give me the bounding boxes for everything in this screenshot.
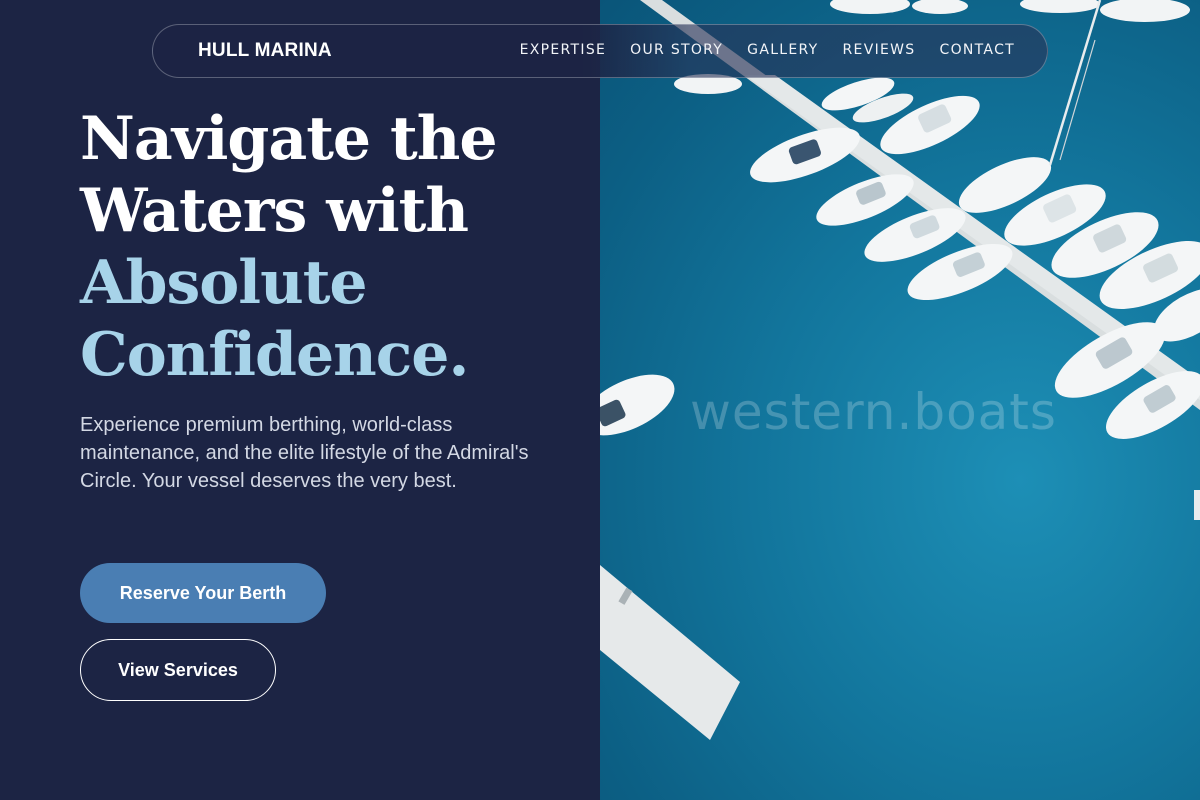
headline-accent-line-2: Confidence. bbox=[80, 320, 469, 390]
boat-left-edge bbox=[600, 374, 675, 436]
headline-accent-line-1: Absolute bbox=[80, 248, 368, 318]
marina-aerial-photo: western.boats bbox=[600, 0, 1200, 800]
nav-item-contact[interactable]: CONTACT bbox=[940, 42, 1016, 58]
reserve-berth-button[interactable]: Reserve Your Berth bbox=[80, 563, 326, 623]
hero-headline: Navigate the Waters with Absolute Confid… bbox=[80, 103, 497, 391]
sailboat-mast bbox=[1048, 0, 1102, 166]
hero-tagline: Experience premium berthing, world-class… bbox=[80, 414, 529, 492]
top-navbar: HULL MARINA EXPERTISE OUR STORY GALLERY … bbox=[152, 24, 1048, 78]
nav-item-expertise[interactable]: EXPERTISE bbox=[520, 42, 607, 58]
floating-dock bbox=[600, 565, 740, 740]
brand-logo-text[interactable]: HULL MARINA bbox=[198, 40, 332, 62]
headline-line-2: Waters with bbox=[80, 176, 469, 246]
nav-item-our-story[interactable]: OUR STORY bbox=[630, 42, 723, 58]
headline-line-1: Navigate the bbox=[80, 104, 497, 174]
photo-watermark: western.boats bbox=[690, 383, 1057, 441]
nav-links: EXPERTISE OUR STORY GALLERY REVIEWS CONT… bbox=[520, 42, 1015, 58]
view-services-button[interactable]: View Services bbox=[80, 639, 276, 701]
nav-item-gallery[interactable]: GALLERY bbox=[747, 42, 818, 58]
nav-item-reviews[interactable]: REVIEWS bbox=[843, 42, 916, 58]
